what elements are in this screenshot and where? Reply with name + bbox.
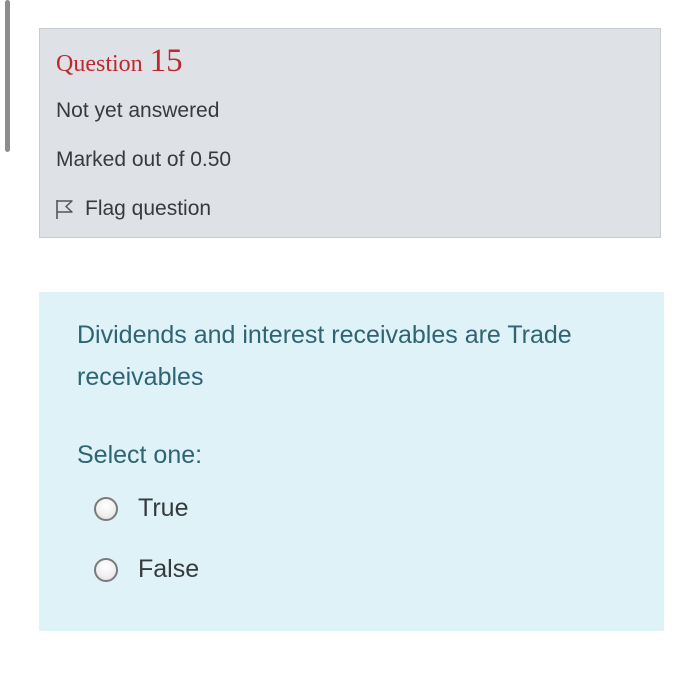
scrollbar-thumb[interactable] (5, 0, 10, 152)
option-false-label: False (138, 555, 200, 583)
radio-false[interactable] (94, 557, 118, 582)
answer-prompt: Select one: (77, 441, 203, 469)
question-content-panel: Dividends and interest receivables are T… (39, 292, 664, 631)
flag-outline-icon (54, 198, 76, 220)
question-label: Question (56, 51, 143, 77)
radio-true[interactable] (94, 496, 118, 521)
question-info-panel: Question 15 Not yet answered Marked out … (39, 28, 661, 238)
question-grade: Marked out of 0.50 (56, 148, 232, 171)
question-header: Question 15 (56, 43, 183, 80)
question-number: 15 (149, 43, 183, 79)
question-text: Dividends and interest receivables are T… (77, 321, 572, 391)
question-state: Not yet answered (56, 99, 220, 122)
option-true[interactable]: True (94, 494, 188, 523)
scrollbar-track[interactable] (0, 0, 12, 700)
flag-question-label: Flag question (85, 197, 212, 220)
option-true-label: True (138, 494, 189, 522)
option-false[interactable]: False (94, 555, 199, 584)
flag-question-link[interactable]: Flag question (54, 197, 211, 221)
quiz-page: Question 15 Not yet answered Marked out … (0, 0, 685, 700)
